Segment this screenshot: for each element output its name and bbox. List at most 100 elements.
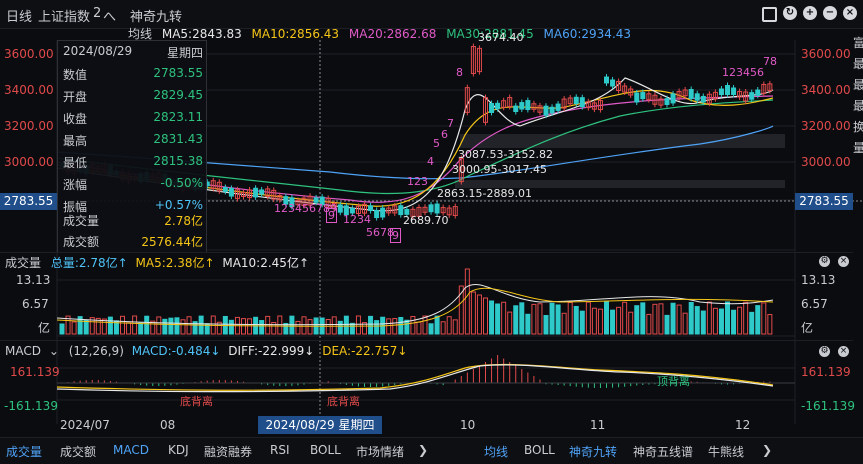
volume-bar [434, 315, 440, 335]
tab-boll[interactable]: BOLL [310, 443, 341, 457]
tooltip-row: 涨幅 -0.50% [63, 176, 203, 193]
tabs-more-icon[interactable]: ❯ [418, 443, 428, 457]
volume-bar [537, 303, 543, 335]
diff-value: DIFF:-22.999↓ [228, 344, 315, 358]
volume-bar [59, 323, 65, 335]
volume-bar [144, 315, 150, 335]
volume-bar [386, 318, 392, 335]
macd-axis-top: 161.139 [10, 365, 60, 379]
right-panel-char: 最 [853, 78, 863, 92]
collapse-icon[interactable]: へ [103, 6, 116, 25]
macd-settings-icon[interactable]: ⚙ [819, 346, 830, 357]
volume-bar [616, 306, 622, 335]
add-icon[interactable]: + [803, 6, 817, 20]
macd-dropdown-icon[interactable]: ⌄ [49, 344, 59, 358]
tab-td-nine[interactable]: 神奇九转 [569, 443, 617, 460]
candle-body [610, 79, 616, 87]
tab-kdj[interactable]: KDJ [168, 443, 189, 457]
td-up-8: 8 [456, 66, 463, 79]
minus-icon[interactable]: − [823, 6, 837, 20]
date-label-aug: 08 [160, 418, 176, 432]
volume-bar [355, 315, 361, 335]
tooltip-value: 2829.45 [153, 88, 203, 102]
window-controls: ↻ + − × [762, 6, 857, 22]
close-icon[interactable]: × [843, 6, 857, 20]
volume-total: 总量:2.78亿↑ [50, 256, 128, 270]
volume-bar [259, 320, 265, 335]
volume-axis-mid: 6.57 [22, 297, 49, 311]
td-seq-down2: 1234 [343, 213, 371, 226]
current-price-left: 2783.55 [0, 193, 57, 210]
refresh-icon[interactable]: ↻ [783, 6, 797, 20]
ma60-value: MA60:2934.43 [543, 27, 632, 41]
volume-bar [591, 307, 597, 335]
tab-volume[interactable]: 成交量 [6, 443, 42, 460]
candle-body [755, 89, 761, 96]
macd-axis-bottom: -161.139 [4, 399, 58, 413]
candle-body [543, 105, 549, 116]
volume-bar [343, 315, 349, 335]
volume-bar [718, 308, 724, 335]
volume-bar [374, 320, 380, 335]
volume-bar [132, 315, 138, 335]
volume-close-icon[interactable]: × [838, 256, 849, 267]
volume-settings-icon[interactable]: ⚙ [819, 256, 830, 267]
indicator-name[interactable]: 神奇九转 [130, 6, 182, 25]
candle-body [434, 203, 440, 214]
candle-body [555, 103, 561, 111]
volume-bar [664, 314, 670, 335]
td-seq-up-right: 123456 [722, 66, 764, 79]
tab-ma[interactable]: 均线 [484, 443, 508, 460]
tooltip-weekday: 星期四 [166, 46, 203, 60]
candle-body [368, 205, 374, 212]
tooltip-row: 成交量 2.78亿 [63, 212, 203, 229]
tooltip-value: -0.50% [160, 176, 203, 190]
macd-close-icon[interactable]: × [838, 346, 849, 357]
tab-margin[interactable]: 融资融券 [204, 443, 252, 460]
index-name[interactable]: 上证指数 [38, 6, 90, 25]
tooltip-value: 2783.55 [153, 66, 203, 80]
tab-boll-right[interactable]: BOLL [524, 443, 555, 457]
y-label-3400: 3400.00 [4, 83, 54, 97]
volume-bar [597, 308, 603, 335]
tab-macd[interactable]: MACD [113, 443, 149, 457]
window-count[interactable]: 2 [93, 6, 101, 21]
date-label-nov: 11 [590, 418, 606, 432]
volume-header: 成交量 总量:2.78亿↑ MA5:2.38亿↑ MA10:2.45亿↑ [5, 254, 309, 271]
tooltip-key: 数值 [63, 68, 88, 82]
candle-body [640, 92, 646, 100]
ma5-value: MA5:2843.83 [161, 27, 242, 41]
separator [0, 340, 853, 341]
td-seq-up-right2: 78 [763, 55, 777, 68]
dea-value: DEA:-22.757↓ [322, 344, 408, 358]
tabs-right-more-icon[interactable]: ❯ [762, 443, 772, 457]
volume-bar [646, 313, 652, 335]
tab-amount[interactable]: 成交额 [60, 443, 96, 460]
volume-bar [634, 305, 640, 335]
macd-title[interactable]: MACD [5, 344, 41, 358]
volume-bar [725, 301, 730, 335]
volume-bar [156, 316, 162, 335]
tab-five-lines[interactable]: 神奇五线谱 [633, 443, 693, 460]
volume-bar [422, 315, 428, 335]
tooltip-row: 成交额 2576.44亿 [63, 233, 203, 250]
volume-bar [325, 318, 331, 335]
tab-rsi[interactable]: RSI [270, 443, 290, 457]
volume-bar [265, 315, 271, 335]
ma-label[interactable]: 均线 [128, 27, 152, 41]
volume-bar [755, 305, 761, 335]
tab-bull-bear[interactable]: 牛熊线 [708, 443, 744, 460]
macd-axis-right-bottom: -161.139 [801, 399, 855, 413]
tab-sentiment[interactable]: 市场情绪 [356, 443, 404, 460]
low-annotation: 2689.70 [403, 214, 449, 227]
volume-title[interactable]: 成交量 [5, 256, 41, 270]
volume-bar [531, 303, 537, 335]
candle-body [222, 186, 228, 192]
volume-bar [610, 309, 616, 335]
volume-bar [126, 322, 132, 335]
tooltip-value: 2823.11 [153, 110, 203, 124]
period-daily-button[interactable]: 日线 [6, 6, 32, 25]
ma10-value: MA10:2856.43 [251, 27, 340, 41]
volume-bar [525, 313, 531, 335]
lock-icon[interactable] [762, 7, 777, 22]
